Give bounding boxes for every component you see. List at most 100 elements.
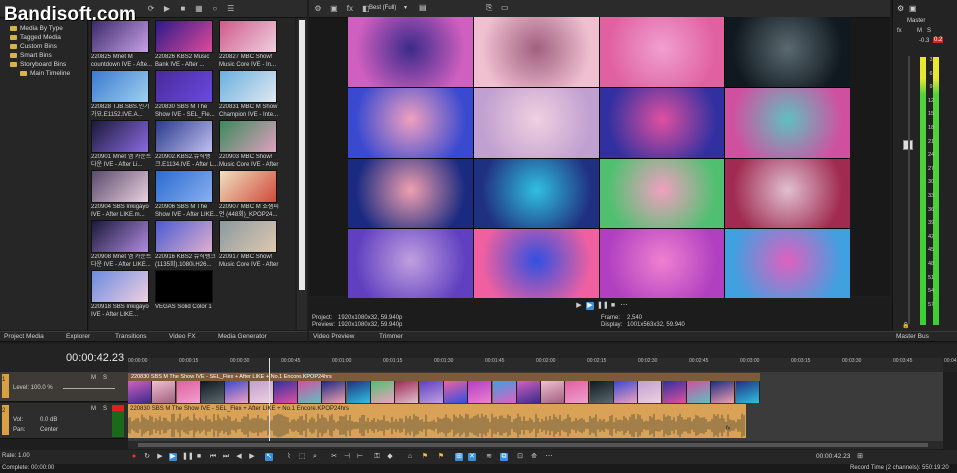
more-icon[interactable]: ⋯ bbox=[620, 302, 628, 310]
master-solo-button[interactable]: S bbox=[927, 28, 931, 34]
region-flag-icon[interactable]: ⚑ bbox=[437, 453, 445, 461]
media-thumbnail[interactable]: 220825 Mnet M countdown IVE - Afte... bbox=[91, 20, 155, 70]
media-thumbnail[interactable]: 220907 MBC M 쇼챔피언 (448회)_KPOP24... bbox=[219, 170, 283, 220]
event-grouping-icon[interactable]: ⧉ bbox=[500, 453, 508, 461]
stop-icon[interactable]: ■ bbox=[609, 302, 617, 310]
tab-master-bus[interactable]: Master Bus bbox=[896, 333, 929, 340]
tab-trimmer[interactable]: Trimmer bbox=[379, 333, 403, 340]
overlays-icon[interactable]: ▤ bbox=[419, 3, 427, 12]
audio-event[interactable]: 220830 SBS M The Show IVE - SEL_Flex + A… bbox=[128, 404, 746, 438]
stop-icon[interactable]: ■ bbox=[178, 4, 188, 14]
media-thumbnail[interactable]: VEGAS Solid Color 1 bbox=[155, 270, 219, 320]
tree-item[interactable]: Custom Bins bbox=[0, 42, 87, 51]
search-icon[interactable]: ○ bbox=[210, 4, 220, 14]
refresh-icon[interactable]: ⟳ bbox=[146, 4, 156, 14]
media-thumbnail[interactable]: 220901 Mnet 엠 카운트다운 IVE - After Li... bbox=[91, 120, 155, 170]
zoom-tool-icon[interactable]: ⌕ bbox=[311, 453, 319, 461]
settings-icon[interactable]: ⚙ bbox=[313, 4, 323, 14]
split-icon[interactable]: ✂ bbox=[330, 453, 338, 461]
device-icon[interactable]: ▣ bbox=[329, 4, 339, 14]
tab-explorer[interactable]: Explorer bbox=[66, 333, 90, 340]
media-thumbnail[interactable]: 220908 Mnet 엠 카운트다운 IVE - After LIKE... bbox=[91, 220, 155, 270]
lock-icon[interactable]: ⚿ bbox=[373, 453, 381, 461]
insert-fx-icon[interactable]: ▣ bbox=[909, 4, 917, 13]
media-thumbnail[interactable]: 220918 SBS Inkigayo IVE - After LIKE... bbox=[91, 270, 155, 320]
auto-crossfade-icon[interactable]: ✕ bbox=[468, 453, 476, 461]
next-frame-icon[interactable]: ▶ bbox=[248, 453, 256, 461]
video-event[interactable]: 220830 SBS M The Show IVE - SEL_Flex + A… bbox=[128, 373, 760, 403]
ignore-grouping-icon[interactable]: ⊡ bbox=[516, 453, 524, 461]
level-slider[interactable] bbox=[63, 388, 115, 389]
tab-video-fx[interactable]: Video FX bbox=[169, 333, 196, 340]
snapping-icon[interactable]: ⊞ bbox=[455, 453, 463, 461]
playhead-cursor[interactable] bbox=[269, 358, 270, 441]
loop-icon[interactable]: ▶ bbox=[575, 302, 583, 310]
stop-icon[interactable]: ■ bbox=[195, 453, 203, 461]
edit-tool-icon[interactable]: ↖ bbox=[265, 453, 273, 461]
media-scrollbar[interactable] bbox=[297, 18, 307, 330]
go-end-icon[interactable]: ⏭ bbox=[222, 453, 230, 461]
media-thumbnail[interactable]: 220904 SBS Inkigayo IVE - After LIKE.m..… bbox=[91, 170, 155, 220]
track-solo-button[interactable]: S bbox=[103, 375, 107, 381]
loop-icon[interactable]: ↻ bbox=[143, 453, 151, 461]
record-icon[interactable]: ● bbox=[130, 453, 138, 461]
save-snapshot-icon[interactable]: ▭ bbox=[501, 3, 509, 12]
marker-icon[interactable]: ◆ bbox=[386, 453, 394, 461]
tree-item[interactable]: Tagged Media bbox=[0, 33, 87, 42]
video-track-header[interactable]: 1 M S Level: 100.0 % bbox=[0, 372, 128, 402]
more-icon[interactable]: ⋯ bbox=[545, 453, 553, 461]
master-fader-track[interactable] bbox=[908, 56, 910, 324]
chevron-down-icon[interactable]: ▾ bbox=[404, 4, 407, 11]
gear-icon[interactable]: ⚙ bbox=[897, 4, 904, 13]
pause-icon[interactable]: ❚❚ bbox=[597, 302, 609, 310]
timeline-ruler[interactable]: 00:00:00 00:00:15 00:00:30 00:00:45 00:01:00… bbox=[128, 358, 957, 372]
pause-icon[interactable]: ❚❚ bbox=[182, 453, 194, 461]
views-icon[interactable]: ☰ bbox=[226, 4, 236, 14]
lock-icon[interactable]: 🔒 bbox=[902, 322, 909, 329]
trim-end-icon[interactable]: ⊢ bbox=[356, 453, 364, 461]
region-icon[interactable]: ⌂ bbox=[406, 453, 414, 461]
play-from-start-icon[interactable]: ▶ bbox=[156, 453, 164, 461]
media-thumbnail[interactable]: 220906 SBS M The Show IVE - After LIKE..… bbox=[155, 170, 219, 220]
prev-frame-icon[interactable]: ◀ bbox=[235, 453, 243, 461]
media-thumbnail[interactable]: 220902.KBS2.뮤직뱅크.E1134.IVE - After L... bbox=[155, 120, 219, 170]
tree-item[interactable]: Storyboard Bins bbox=[0, 60, 87, 69]
tab-project-media[interactable]: Project Media bbox=[4, 333, 44, 340]
trim-icon[interactable]: ⊣ bbox=[343, 453, 351, 461]
play-icon[interactable]: ▶ bbox=[162, 4, 172, 14]
media-thumbnail[interactable]: 220916 KBS2 뮤직뱅크 (1135회).1080i.H26... bbox=[155, 220, 219, 270]
audio-track-header[interactable]: 2 M S Vol: 0.0 dB Pan: Center bbox=[0, 403, 128, 439]
fx-icon[interactable]: fx bbox=[345, 4, 355, 14]
tree-item[interactable]: Main Timeline bbox=[0, 69, 87, 78]
timeline-scrollbar[interactable] bbox=[128, 441, 943, 449]
preview-quality-select[interactable]: Best (Full) bbox=[369, 5, 396, 11]
zoom-icon[interactable]: ⊞ bbox=[856, 453, 864, 461]
envelope-lock-icon[interactable]: ⟰ bbox=[530, 453, 538, 461]
tree-item[interactable]: Smart Bins bbox=[0, 51, 87, 60]
media-thumbnail[interactable]: 220830 SBS M The Show IVE - SEL_Fle... bbox=[155, 70, 219, 120]
media-thumbnail[interactable]: 220917 MBC Show! Music Core IVE - After … bbox=[219, 220, 283, 270]
track-mute-button[interactable]: M bbox=[91, 375, 96, 381]
envelope-tool-icon[interactable]: ⌇ bbox=[285, 453, 293, 461]
flag-icon[interactable]: ⚑ bbox=[421, 453, 429, 461]
track-mute-button[interactable]: M bbox=[91, 406, 96, 412]
media-thumbnail[interactable]: 220827 MBC Show! Music Core IVE - In... bbox=[219, 20, 283, 70]
go-start-icon[interactable]: ⏮ bbox=[209, 453, 217, 461]
tab-transitions[interactable]: Transitions bbox=[115, 333, 147, 340]
event-fx-icon[interactable]: fx bbox=[726, 426, 731, 432]
media-fx-icon[interactable]: ▦ bbox=[194, 4, 204, 14]
media-thumbnail[interactable]: 220828 TJB.SBS.인기가요.E1152.IVE.A... bbox=[91, 70, 155, 120]
ripple-icon[interactable]: ≋ bbox=[485, 453, 493, 461]
track-solo-button[interactable]: S bbox=[103, 406, 107, 412]
media-thumbnail[interactable]: 220903 MBC Show! Music Core IVE - After … bbox=[219, 120, 283, 170]
media-thumbnail[interactable]: 220826 KBS2 Music Bank IVE - After ... bbox=[155, 20, 219, 70]
copy-snapshot-icon[interactable]: ⎘ bbox=[486, 3, 492, 13]
tab-video-preview[interactable]: Video Preview bbox=[313, 333, 354, 340]
media-thumbnail[interactable]: 220831 MBC M Show Champion IVE - Inte... bbox=[219, 70, 283, 120]
master-fx-icon[interactable]: fx bbox=[897, 28, 902, 34]
master-mute-button[interactable]: M bbox=[917, 28, 922, 34]
play-button[interactable]: ▶ bbox=[169, 453, 177, 461]
tab-media-generator[interactable]: Media Generator bbox=[218, 333, 267, 340]
play-button[interactable]: ▶ bbox=[586, 302, 594, 310]
selection-tool-icon[interactable]: ⬚ bbox=[298, 453, 306, 461]
